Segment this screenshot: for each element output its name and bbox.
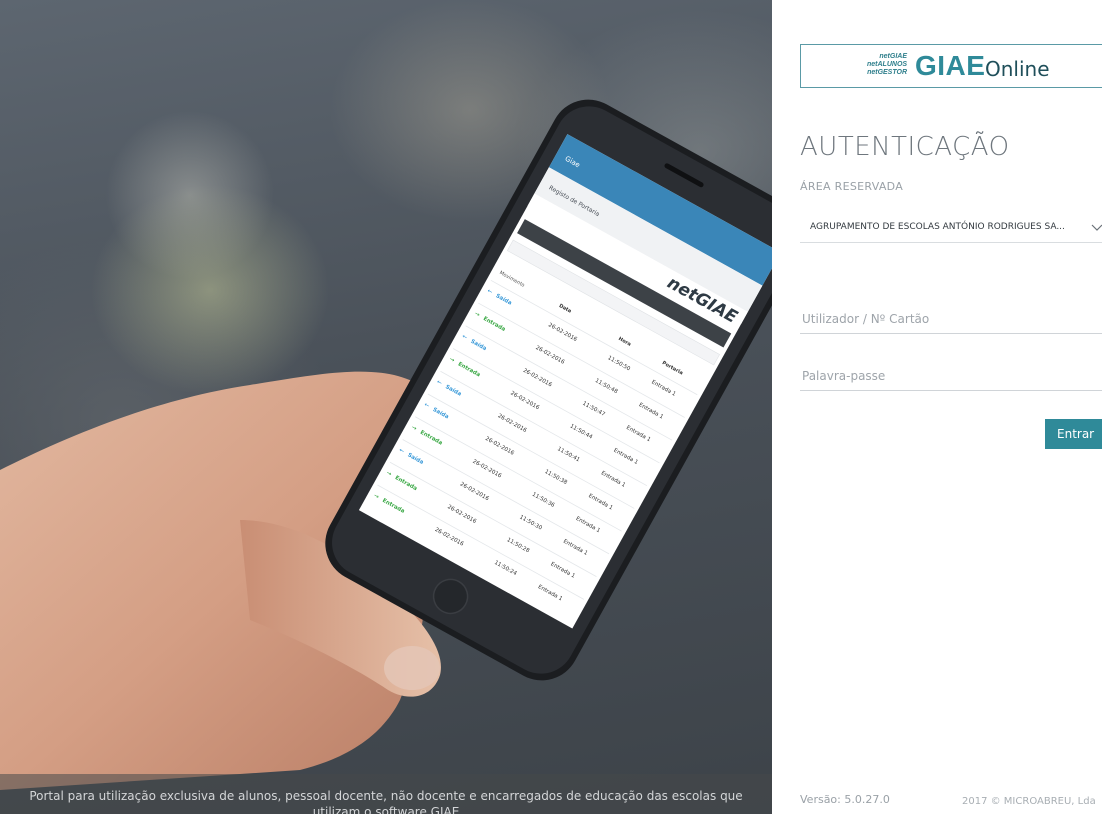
logo-wordmark: GIAE [915,50,986,81]
username-input[interactable] [800,304,1102,333]
username-field-wrapper [800,304,1102,334]
hand-phone-illustration: Giae Registo de Portaria netGIAE Movimen… [0,99,772,790]
password-field-wrapper [800,361,1102,391]
login-button[interactable]: Entrar [1045,419,1102,449]
area-label: ÁREA RESERVADA [800,180,904,193]
logo-mini-netgestor: netGESTOR [867,69,907,76]
login-panel: netGIAE netALUNOS netGESTOR GIAE Online … [772,0,1102,814]
logo-product-list: netGIAE netALUNOS netGESTOR [867,53,907,77]
logo-mini-netalunos: netALUNOS [867,61,908,68]
giae-logo: netGIAE netALUNOS netGESTOR GIAE Online [800,44,1102,88]
hero-image: Giae Registo de Portaria netGIAE Movimen… [0,0,772,814]
chevron-down-icon [1091,224,1102,231]
password-input[interactable] [800,361,1102,390]
logo-mini-netgiae: netGIAE [879,53,907,60]
page-title: AUTENTICAÇÃO [800,132,1010,162]
school-select[interactable]: AGRUPAMENTO DE ESCOLAS ANTÓNIO RODRIGUES… [800,213,1102,243]
version-label: Versão: 5.0.27.0 [800,793,890,806]
school-select-value: AGRUPAMENTO DE ESCOLAS ANTÓNIO RODRIGUES… [810,222,1065,232]
copyright-label: 2017 © MICROABREU, Lda [962,796,1096,807]
portal-caption: Portal para utilização exclusiva de alun… [0,774,772,814]
logo-suffix: Online [985,57,1050,81]
